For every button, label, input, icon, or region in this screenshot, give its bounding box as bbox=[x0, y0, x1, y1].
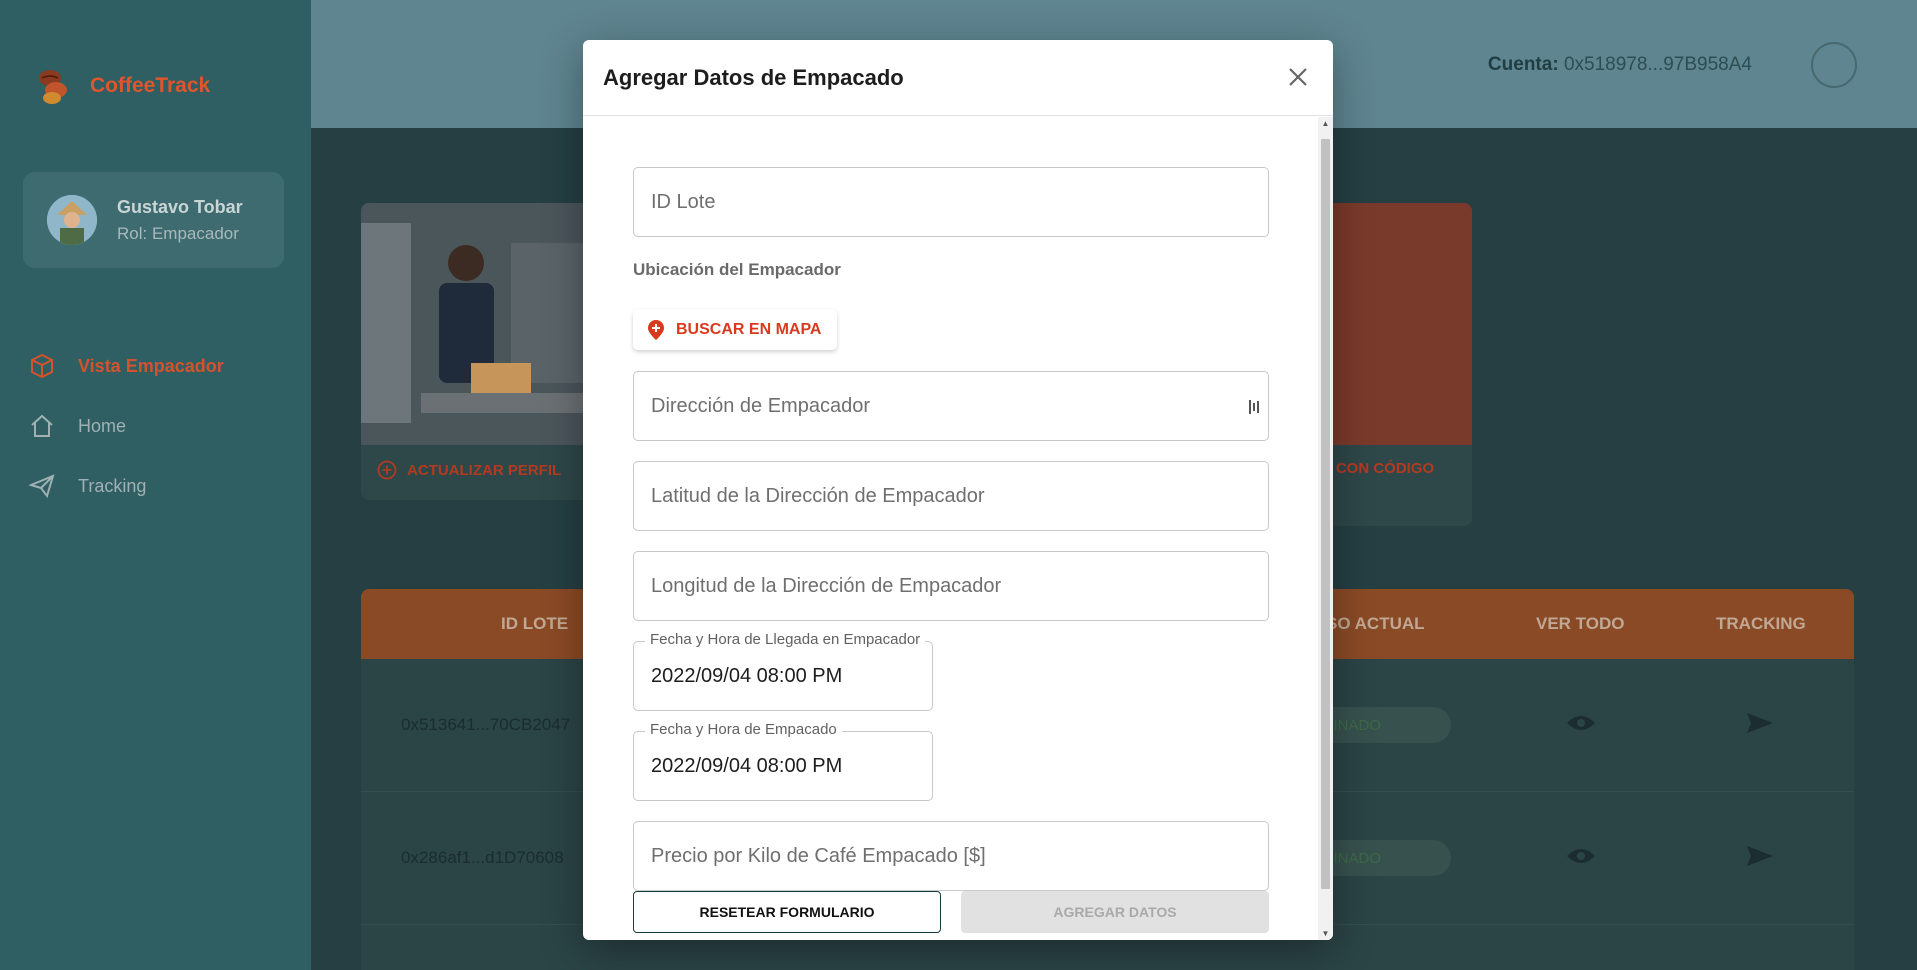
add-packing-data-dialog: Agregar Datos de Empacado ID Lote Ubicac… bbox=[583, 40, 1333, 940]
add-location-icon bbox=[648, 319, 664, 340]
add-data-button[interactable]: AGREGAR DATOS bbox=[961, 891, 1269, 933]
close-icon bbox=[1289, 68, 1307, 86]
fecha-empacado-field[interactable]: Fecha y Hora de Empacado 2022/09/04 08:0… bbox=[633, 721, 933, 801]
fecha-llegada-label: Fecha y Hora de Llegada en Empacador bbox=[645, 631, 926, 648]
lote-id-placeholder: ID Lote bbox=[651, 190, 716, 213]
modal-scrollbar[interactable]: ▲ ▼ bbox=[1318, 117, 1333, 940]
scroll-down-icon[interactable]: ▼ bbox=[1321, 929, 1330, 938]
fecha-llegada-value: 2022/09/04 08:00 PM bbox=[651, 664, 843, 687]
ubicacion-label: Ubicación del Empacador bbox=[633, 260, 841, 279]
fecha-empacado-label: Fecha y Hora de Empacado bbox=[645, 721, 842, 738]
latitud-field[interactable]: Latitud de la Dirección de Empacador bbox=[633, 461, 1269, 531]
lote-id-field[interactable]: ID Lote bbox=[633, 167, 1269, 237]
search-map-button[interactable]: BUSCAR EN MAPA bbox=[633, 309, 837, 350]
longitud-field[interactable]: Longitud de la Dirección de Empacador bbox=[633, 551, 1269, 621]
reset-form-button[interactable]: RESETEAR FORMULARIO bbox=[633, 891, 941, 933]
latitud-placeholder: Latitud de la Dirección de Empacador bbox=[651, 484, 985, 507]
close-button[interactable] bbox=[1283, 62, 1313, 92]
precio-placeholder: Precio por Kilo de Café Empacado [$] bbox=[651, 844, 986, 867]
modal-title: Agregar Datos de Empacado bbox=[603, 64, 904, 90]
direccion-placeholder: Dirección de Empacador bbox=[651, 394, 870, 417]
password-manager-icon[interactable] bbox=[1248, 398, 1262, 416]
direccion-field[interactable]: Dirección de Empacador bbox=[633, 371, 1269, 441]
longitud-placeholder: Longitud de la Dirección de Empacador bbox=[651, 574, 1002, 597]
modal-body: ID Lote Ubicación del Empacador BUSCAR E… bbox=[583, 117, 1318, 940]
precio-field[interactable]: Precio por Kilo de Café Empacado [$] bbox=[633, 821, 1269, 891]
scroll-thumb[interactable] bbox=[1321, 139, 1330, 889]
scroll-up-icon[interactable]: ▲ bbox=[1321, 119, 1330, 128]
fecha-llegada-field[interactable]: Fecha y Hora de Llegada en Empacador 202… bbox=[633, 631, 933, 711]
search-map-label: BUSCAR EN MAPA bbox=[676, 320, 822, 338]
modal-header: Agregar Datos de Empacado bbox=[583, 40, 1333, 116]
fecha-empacado-value: 2022/09/04 08:00 PM bbox=[651, 754, 843, 777]
